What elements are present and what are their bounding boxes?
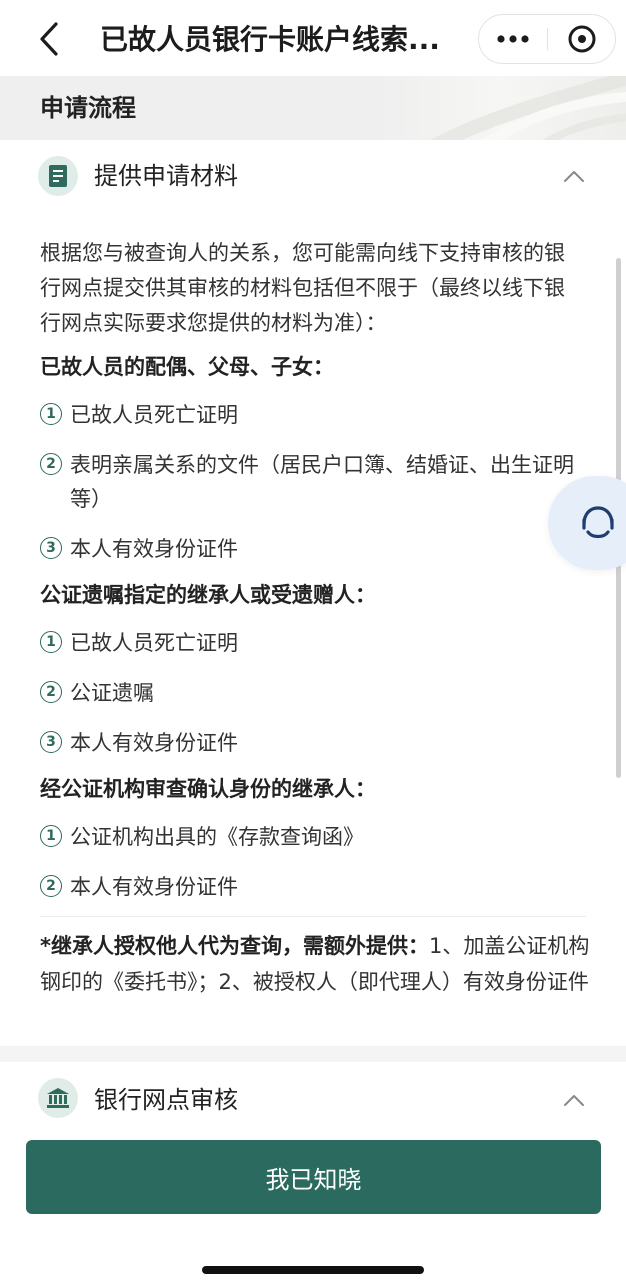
section-header: 申请流程 (0, 76, 626, 140)
home-indicator (202, 1266, 424, 1274)
number-badge: 1 (40, 403, 62, 425)
note-bold: *继承人授权他人代为查询，需额外提供： (40, 934, 429, 958)
more-button[interactable] (479, 15, 547, 63)
list-item-text: 本人有效身份证件 (70, 875, 238, 899)
bank-review-card-title: 银行网点审核 (94, 1086, 238, 1114)
number-badge: 3 (40, 537, 62, 559)
more-dots-icon (497, 35, 529, 43)
back-button[interactable] (26, 16, 72, 62)
collapse-button[interactable] (560, 1086, 588, 1114)
list-item-text: 已故人员死亡证明 (70, 403, 238, 427)
bottom-bar: 我已知晓 (0, 1132, 626, 1280)
nav-bar: 已故人员银行卡账户线索... (0, 0, 626, 76)
bank-icon (47, 1088, 69, 1108)
headset-icon (582, 506, 614, 539)
group-heading: 公证遗嘱指定的继承人或受遗赠人： (40, 583, 376, 607)
chevron-left-icon (40, 22, 58, 56)
number-badge: 1 (40, 825, 62, 847)
bank-icon-badge (38, 1078, 78, 1118)
group-heading: 经公证机构审查确认身份的继承人： (40, 777, 376, 801)
chevron-up-icon (564, 171, 584, 182)
list-item: 2 公证遗嘱 (40, 676, 585, 710)
list-item: 1 已故人员死亡证明 (40, 398, 585, 432)
list-item: 2 本人有效身份证件 (40, 870, 585, 904)
list-item: 2 表明亲属关系的文件（居民户口簿、结婚证、出生证明等） (40, 448, 585, 516)
number-badge: 2 (40, 453, 62, 475)
list-item-text: 本人有效身份证件 (70, 537, 238, 561)
mini-program-capsule (478, 14, 616, 64)
materials-card-header[interactable]: 提供申请材料 (0, 140, 626, 218)
document-icon-badge (38, 156, 78, 196)
list-item: 1 已故人员死亡证明 (40, 626, 585, 660)
list-item-text: 表明亲属关系的文件（居民户口簿、结婚证、出生证明等） (70, 453, 574, 511)
bank-review-card-header[interactable]: 银行网点审核 (0, 1062, 626, 1132)
divider (40, 916, 586, 917)
acknowledge-button[interactable]: 我已知晓 (26, 1140, 601, 1214)
list-item: 3 本人有效身份证件 (40, 726, 585, 760)
number-badge: 2 (40, 681, 62, 703)
list-item: 1 公证机构出具的《存款查询函》 (40, 820, 585, 854)
number-badge: 1 (40, 631, 62, 653)
list-item: 3 本人有效身份证件 (40, 532, 585, 566)
decorative-feather-graphic (430, 76, 626, 140)
list-item-text: 已故人员死亡证明 (70, 631, 238, 655)
list-item-text: 公证遗嘱 (70, 681, 154, 705)
materials-intro: 根据您与被查询人的关系，您可能需向线下支持审核的银行网点提交供其审核的材料包括但… (40, 241, 565, 335)
materials-card-title: 提供申请材料 (94, 162, 238, 190)
authorization-note: *继承人授权他人代为查询，需额外提供：1、加盖公证机构钢印的《委托书》；2、被授… (40, 928, 590, 1000)
number-badge: 2 (40, 875, 62, 897)
collapse-button[interactable] (560, 162, 588, 190)
document-icon (49, 165, 67, 187)
close-button[interactable] (548, 15, 616, 63)
page-title: 已故人员银行卡账户线索... (100, 23, 440, 56)
list-item-text: 本人有效身份证件 (70, 731, 238, 755)
number-badge: 3 (40, 731, 62, 753)
list-item-text: 公证机构出具的《存款查询函》 (70, 825, 364, 849)
close-circle-icon (568, 25, 596, 53)
group-heading: 已故人员的配偶、父母、子女： (40, 355, 334, 379)
section-title: 申请流程 (40, 94, 136, 122)
chevron-up-icon (564, 1095, 584, 1106)
card-gap (0, 1046, 626, 1062)
